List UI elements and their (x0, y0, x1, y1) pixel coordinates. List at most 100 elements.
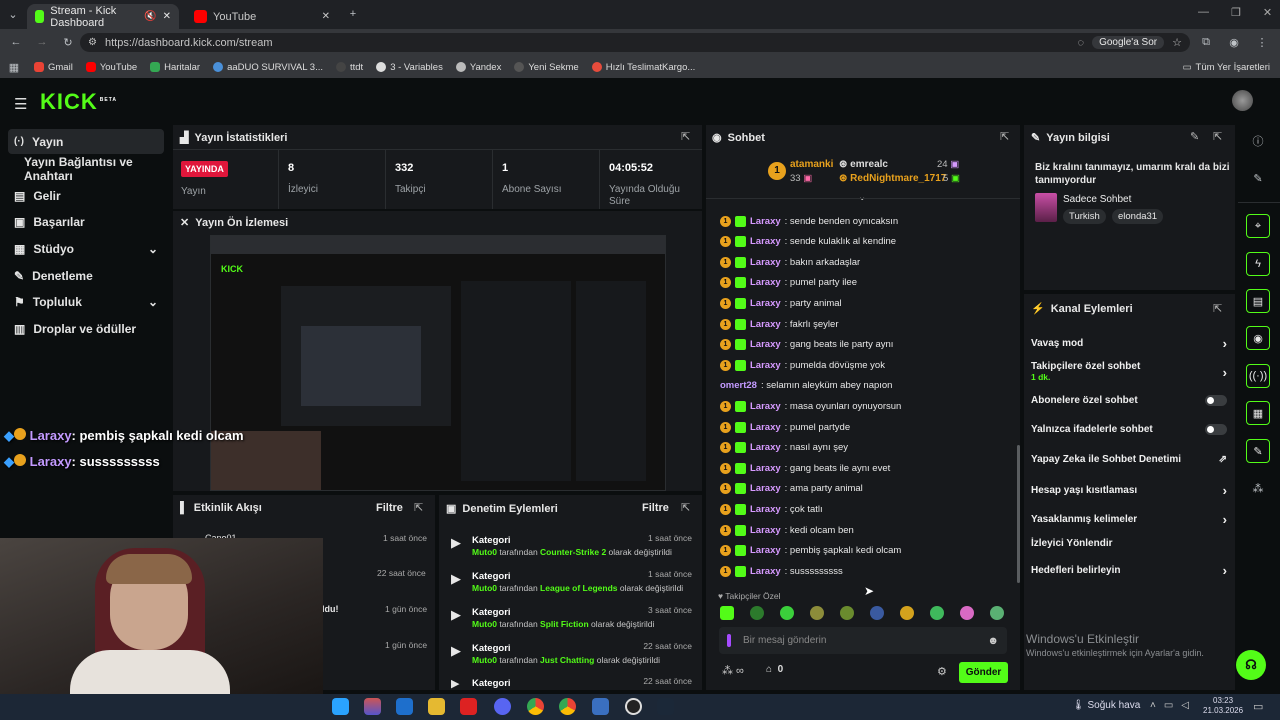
bookmark-youtube[interactable]: YouTube (85, 62, 137, 73)
chat-username[interactable]: Laraxy (750, 422, 781, 433)
lightning-icon[interactable]: ϟ (1246, 252, 1270, 276)
tag-chip[interactable]: Turkish (1063, 209, 1106, 224)
bookmark-yandex[interactable]: Yandex (455, 62, 501, 73)
crop-icon[interactable]: ⌖ (1246, 214, 1270, 238)
chat-input[interactable]: Bir mesaj gönderin ☻ (719, 627, 1007, 654)
chat-username[interactable]: Laraxy (750, 442, 781, 453)
emote-icon[interactable] (840, 606, 854, 620)
user-settings-icon[interactable]: ⁂ ∞ (722, 664, 744, 677)
bookmark-duo[interactable]: aaDUO SURVIVAL 3... (213, 62, 323, 73)
chat-scrollbar[interactable] (1017, 445, 1020, 583)
star-icon[interactable]: ☆ (1172, 36, 1182, 49)
chrome-icon[interactable] (559, 698, 576, 715)
emote-icon[interactable] (780, 606, 794, 620)
chat-username[interactable]: Laraxy (750, 360, 781, 371)
broadcast-icon[interactable]: ((·)) (1246, 364, 1270, 388)
action-goals[interactable]: Hedefleri belirleyin › (1031, 563, 1227, 578)
chat-username[interactable]: Laraxy (750, 319, 781, 330)
chat-username[interactable]: Laraxy (750, 463, 781, 474)
bookmark-gmail[interactable]: Gmail (34, 62, 73, 73)
sidebar-item-basarilar[interactable]: ▣ Başarılar (8, 209, 164, 234)
sidebar-item-topluluk[interactable]: ⚑ Topluluk ⌄ (8, 289, 164, 314)
volume-icon[interactable]: ◁ (1181, 700, 1189, 711)
minimize-icon[interactable]: — (1198, 6, 1209, 19)
emote-icon[interactable] (750, 606, 764, 620)
activity-filter-button[interactable]: Filtre (376, 502, 403, 514)
edit-icon[interactable]: ✎ (1190, 130, 1199, 143)
emote-icon[interactable] (990, 606, 1004, 620)
eye-off-icon[interactable]: ◌ (1078, 37, 1085, 49)
action-slow-mode[interactable]: Vavaş mod › (1031, 336, 1227, 351)
popout-icon[interactable]: ⇱ (681, 501, 690, 514)
chat-username[interactable]: Laraxy (750, 216, 781, 227)
chat-settings-icon[interactable]: ⚙ (937, 665, 947, 678)
maximize-icon[interactable]: ❐ (1231, 6, 1241, 19)
close-tab-icon[interactable]: ✕ (322, 11, 330, 22)
chat-username[interactable]: Laraxy (750, 525, 781, 536)
action-followers-only[interactable]: Takipçilere özel sohbet 1 dk. › (1031, 361, 1227, 383)
start-icon[interactable] (332, 698, 349, 715)
popout-icon[interactable]: ⇱ (414, 501, 423, 514)
action-account-age[interactable]: Hesap yaşı kısıtlaması › (1031, 483, 1227, 498)
popout-icon[interactable]: ⇱ (681, 130, 690, 143)
action-subs-only[interactable]: Abonelere özel sohbet (1031, 395, 1227, 406)
google-ask-button[interactable]: Google'a Sor (1092, 36, 1165, 49)
folder-icon[interactable] (428, 698, 445, 715)
stream-preview-video[interactable]: KICK (210, 235, 666, 491)
send-button[interactable]: Gönder (959, 662, 1008, 683)
chat-username[interactable]: Laraxy (750, 545, 781, 556)
mute-tab-icon[interactable]: 🔇 (144, 11, 156, 22)
info-icon[interactable]: ⓘ (1250, 133, 1266, 149)
tab-youtube[interactable]: YouTube ✕ (186, 4, 338, 29)
users-icon[interactable]: ⁂ (1250, 480, 1266, 496)
chat-icon[interactable]: ◉ (1246, 326, 1270, 350)
emote-icon[interactable] (960, 606, 974, 620)
app-icon[interactable] (364, 698, 381, 715)
action-raid[interactable]: İzleyici Yönlendir (1031, 538, 1227, 549)
category-name[interactable]: Sadece Sohbet (1063, 194, 1131, 205)
chat-username[interactable]: omert28 (720, 380, 757, 391)
bookmark-variables[interactable]: 3 - Variables (376, 62, 443, 73)
network-icon[interactable]: ▭ (1164, 700, 1173, 711)
bookmark-kargo[interactable]: Hızlı TeslimatKargo... (591, 62, 695, 73)
bookmark-ttdt[interactable]: ttdt (335, 62, 363, 73)
apps-grid-icon[interactable]: ▦ (6, 59, 22, 75)
site-info-icon[interactable]: ⚙ (88, 37, 97, 48)
close-tab-icon[interactable]: ✕ (163, 11, 171, 22)
popout-icon[interactable]: ⇱ (1213, 130, 1222, 143)
chrome-icon[interactable] (527, 698, 544, 715)
sidebar-item-stream-key[interactable]: Yayın Bağlantısı ve Anahtarı (18, 155, 168, 183)
popout-icon[interactable]: ⇱ (1213, 302, 1222, 315)
bookmark-new-tab[interactable]: Yeni Sekme (514, 62, 579, 73)
chat-username[interactable]: Laraxy (750, 483, 781, 494)
menu-icon[interactable]: ⋮ (1254, 34, 1270, 50)
hamburger-menu-icon[interactable]: ☰ (14, 95, 27, 113)
bookmark-maps[interactable]: Haritalar (150, 62, 200, 73)
chat-username[interactable]: Laraxy (750, 277, 781, 288)
points-display[interactable]: ⌂ 0 (766, 664, 783, 675)
sidebar-item-yayin[interactable]: (·) Yayın (8, 129, 164, 154)
all-bookmarks[interactable]: ▭ Tüm Yer İşaretleri (1183, 62, 1270, 73)
chat-username[interactable]: Laraxy (750, 236, 781, 247)
support-headset-icon[interactable]: ☊ (1236, 650, 1266, 680)
reload-icon[interactable]: ↻ (60, 34, 76, 50)
winrar-icon[interactable] (460, 698, 477, 715)
discord-icon[interactable] (494, 698, 511, 715)
action-banned-words[interactable]: Yasaklanmış kelimeler › (1031, 512, 1227, 527)
top-user-name[interactable]: ⊛ emrealc (839, 159, 888, 170)
chat-username[interactable]: Laraxy (750, 257, 781, 268)
clock[interactable]: 03:23 21.03.2026 (1203, 696, 1243, 716)
extensions-icon[interactable]: ⧉ (1198, 34, 1214, 50)
new-tab-icon[interactable]: + (345, 6, 361, 22)
mail-icon[interactable] (396, 698, 413, 715)
steam-icon[interactable] (657, 698, 674, 715)
url-text[interactable]: https://dashboard.kick.com/stream (105, 37, 273, 49)
emote-only-toggle[interactable] (1205, 424, 1227, 435)
app-icon[interactable] (592, 698, 609, 715)
emote-icon[interactable] (870, 606, 884, 620)
user-avatar[interactable] (1232, 90, 1253, 111)
obs-icon[interactable] (625, 698, 642, 715)
sidebar-item-gelir[interactable]: ▤ Gelir (8, 183, 164, 208)
top-user-name[interactable]: ⊛ RedNightmare_1717 (839, 173, 946, 184)
chat-username[interactable]: Laraxy (750, 401, 781, 412)
